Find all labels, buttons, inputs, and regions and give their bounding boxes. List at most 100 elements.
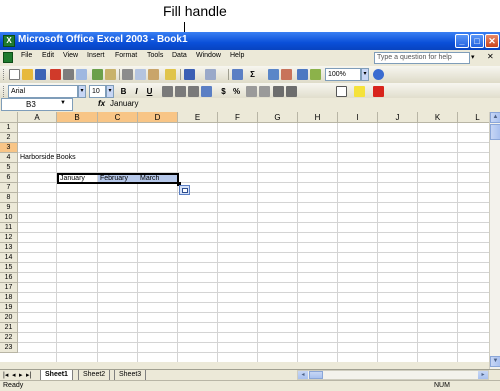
- row-header-11[interactable]: 11: [0, 223, 18, 233]
- column-header-a[interactable]: A: [18, 112, 57, 123]
- row-header-16[interactable]: 16: [0, 273, 18, 283]
- new-icon[interactable]: [9, 69, 20, 80]
- print-icon[interactable]: [63, 69, 74, 80]
- close-button[interactable]: ✕: [485, 34, 499, 48]
- row-header-7[interactable]: 7: [0, 183, 18, 193]
- first-sheet-icon[interactable]: |◂: [3, 371, 8, 379]
- align-right-icon[interactable]: [188, 86, 199, 97]
- redo-icon[interactable]: [205, 69, 216, 80]
- column-header-b[interactable]: B: [57, 112, 98, 123]
- sort-ascending-icon[interactable]: [268, 69, 279, 80]
- cut-icon[interactable]: [122, 69, 133, 80]
- hyperlink-icon[interactable]: [232, 69, 243, 80]
- menu-window[interactable]: Window: [196, 52, 221, 59]
- column-header-f[interactable]: F: [218, 112, 258, 123]
- excel-app-icon[interactable]: X: [3, 35, 15, 47]
- minimize-button[interactable]: _: [455, 34, 469, 48]
- format-painter-icon[interactable]: [165, 69, 176, 80]
- next-sheet-icon[interactable]: ▸: [19, 371, 23, 379]
- font-dropdown-icon[interactable]: ▾: [78, 85, 86, 98]
- menu-edit[interactable]: Edit: [42, 52, 54, 59]
- font-combo[interactable]: Arial: [8, 85, 78, 98]
- permission-icon[interactable]: [50, 69, 61, 80]
- scroll-down-icon[interactable]: ▼: [490, 356, 500, 367]
- paste-icon[interactable]: [148, 69, 159, 80]
- decrease-indent-icon[interactable]: [273, 86, 284, 97]
- menu-format[interactable]: Format: [115, 52, 137, 59]
- row-header-19[interactable]: 19: [0, 303, 18, 313]
- worksheet-grid[interactable]: ABCDEFGHIJKL 1 2 3 4 5 6 7 8 9 10 11 12 13 14 15 16 17 18…: [0, 112, 500, 362]
- bold-button[interactable]: B: [118, 86, 129, 97]
- column-header-c[interactable]: C: [98, 112, 138, 123]
- auto-fill-options-button[interactable]: [179, 185, 190, 195]
- zoom-combo[interactable]: 100%: [325, 68, 361, 81]
- row-header-18[interactable]: 18: [0, 293, 18, 303]
- column-header-h[interactable]: H: [298, 112, 338, 123]
- autosum-icon[interactable]: Σ: [247, 69, 258, 80]
- align-center-icon[interactable]: [175, 86, 186, 97]
- increase-decimal-icon[interactable]: [246, 86, 257, 97]
- column-header-g[interactable]: G: [258, 112, 298, 123]
- row-header-1[interactable]: 1: [0, 123, 18, 133]
- decrease-decimal-icon[interactable]: [259, 86, 270, 97]
- row-header-2[interactable]: 2: [0, 133, 18, 143]
- row-header-10[interactable]: 10: [0, 213, 18, 223]
- row-header-8[interactable]: 8: [0, 193, 18, 203]
- last-sheet-icon[interactable]: ▸|: [26, 371, 31, 379]
- font-color-icon[interactable]: [373, 86, 384, 97]
- italic-button[interactable]: I: [131, 86, 142, 97]
- drawing-icon[interactable]: [310, 69, 321, 80]
- ask-question-input[interactable]: Type a question for help: [374, 52, 470, 64]
- currency-button[interactable]: $: [218, 86, 229, 97]
- scroll-right-icon[interactable]: ▸: [478, 371, 488, 379]
- align-left-icon[interactable]: [162, 86, 173, 97]
- row-header-12[interactable]: 12: [0, 233, 18, 243]
- copy-icon[interactable]: [135, 69, 146, 80]
- underline-button[interactable]: U: [144, 86, 155, 97]
- sort-descending-icon[interactable]: [281, 69, 292, 80]
- row-header-4[interactable]: 4: [0, 153, 18, 163]
- row-header-13[interactable]: 13: [0, 243, 18, 253]
- cell-b3[interactable]: January: [60, 175, 85, 182]
- research-icon[interactable]: [105, 69, 116, 80]
- row-header-3[interactable]: 3: [0, 143, 18, 153]
- save-icon[interactable]: [35, 69, 46, 80]
- increase-indent-icon[interactable]: [286, 86, 297, 97]
- select-all-corner[interactable]: [0, 112, 18, 123]
- menu-help[interactable]: Help: [230, 52, 244, 59]
- help-icon[interactable]: [373, 69, 384, 80]
- horizontal-scroll-thumb[interactable]: [309, 371, 323, 379]
- menu-file[interactable]: File: [21, 52, 32, 59]
- print-preview-icon[interactable]: [76, 69, 87, 80]
- row-header-5[interactable]: 5: [0, 163, 18, 173]
- horizontal-scrollbar[interactable]: ◂ ▸: [297, 370, 489, 380]
- menu-tools[interactable]: Tools: [147, 52, 163, 59]
- row-header-9[interactable]: 9: [0, 203, 18, 213]
- cell-d3[interactable]: March: [140, 175, 159, 182]
- menu-data[interactable]: Data: [172, 52, 187, 59]
- maximize-button[interactable]: □: [470, 34, 484, 48]
- scroll-up-icon[interactable]: ▲: [490, 112, 500, 123]
- percent-button[interactable]: %: [231, 86, 242, 97]
- insert-function-icon[interactable]: fx: [98, 99, 105, 108]
- toolbar-grip[interactable]: [3, 69, 6, 80]
- workbook-close-icon[interactable]: ✕: [487, 52, 494, 61]
- open-icon[interactable]: [22, 69, 33, 80]
- workbook-icon[interactable]: [3, 52, 13, 63]
- cell-c3[interactable]: February: [100, 175, 128, 182]
- vertical-scroll-thumb[interactable]: [490, 124, 500, 140]
- row-header-14[interactable]: 14: [0, 253, 18, 263]
- menu-insert[interactable]: Insert: [87, 52, 105, 59]
- vertical-scrollbar[interactable]: ▲ ▼: [489, 112, 500, 369]
- font-size-combo[interactable]: 10: [89, 85, 106, 98]
- column-header-d[interactable]: D: [138, 112, 178, 123]
- row-header-22[interactable]: 22: [0, 333, 18, 343]
- spelling-icon[interactable]: [92, 69, 103, 80]
- row-header-15[interactable]: 15: [0, 263, 18, 273]
- row-header-20[interactable]: 20: [0, 313, 18, 323]
- column-header-j[interactable]: J: [378, 112, 418, 123]
- menu-view[interactable]: View: [63, 52, 78, 59]
- column-header-i[interactable]: I: [338, 112, 378, 123]
- toolbar-grip[interactable]: [3, 86, 6, 97]
- column-header-k[interactable]: K: [418, 112, 458, 123]
